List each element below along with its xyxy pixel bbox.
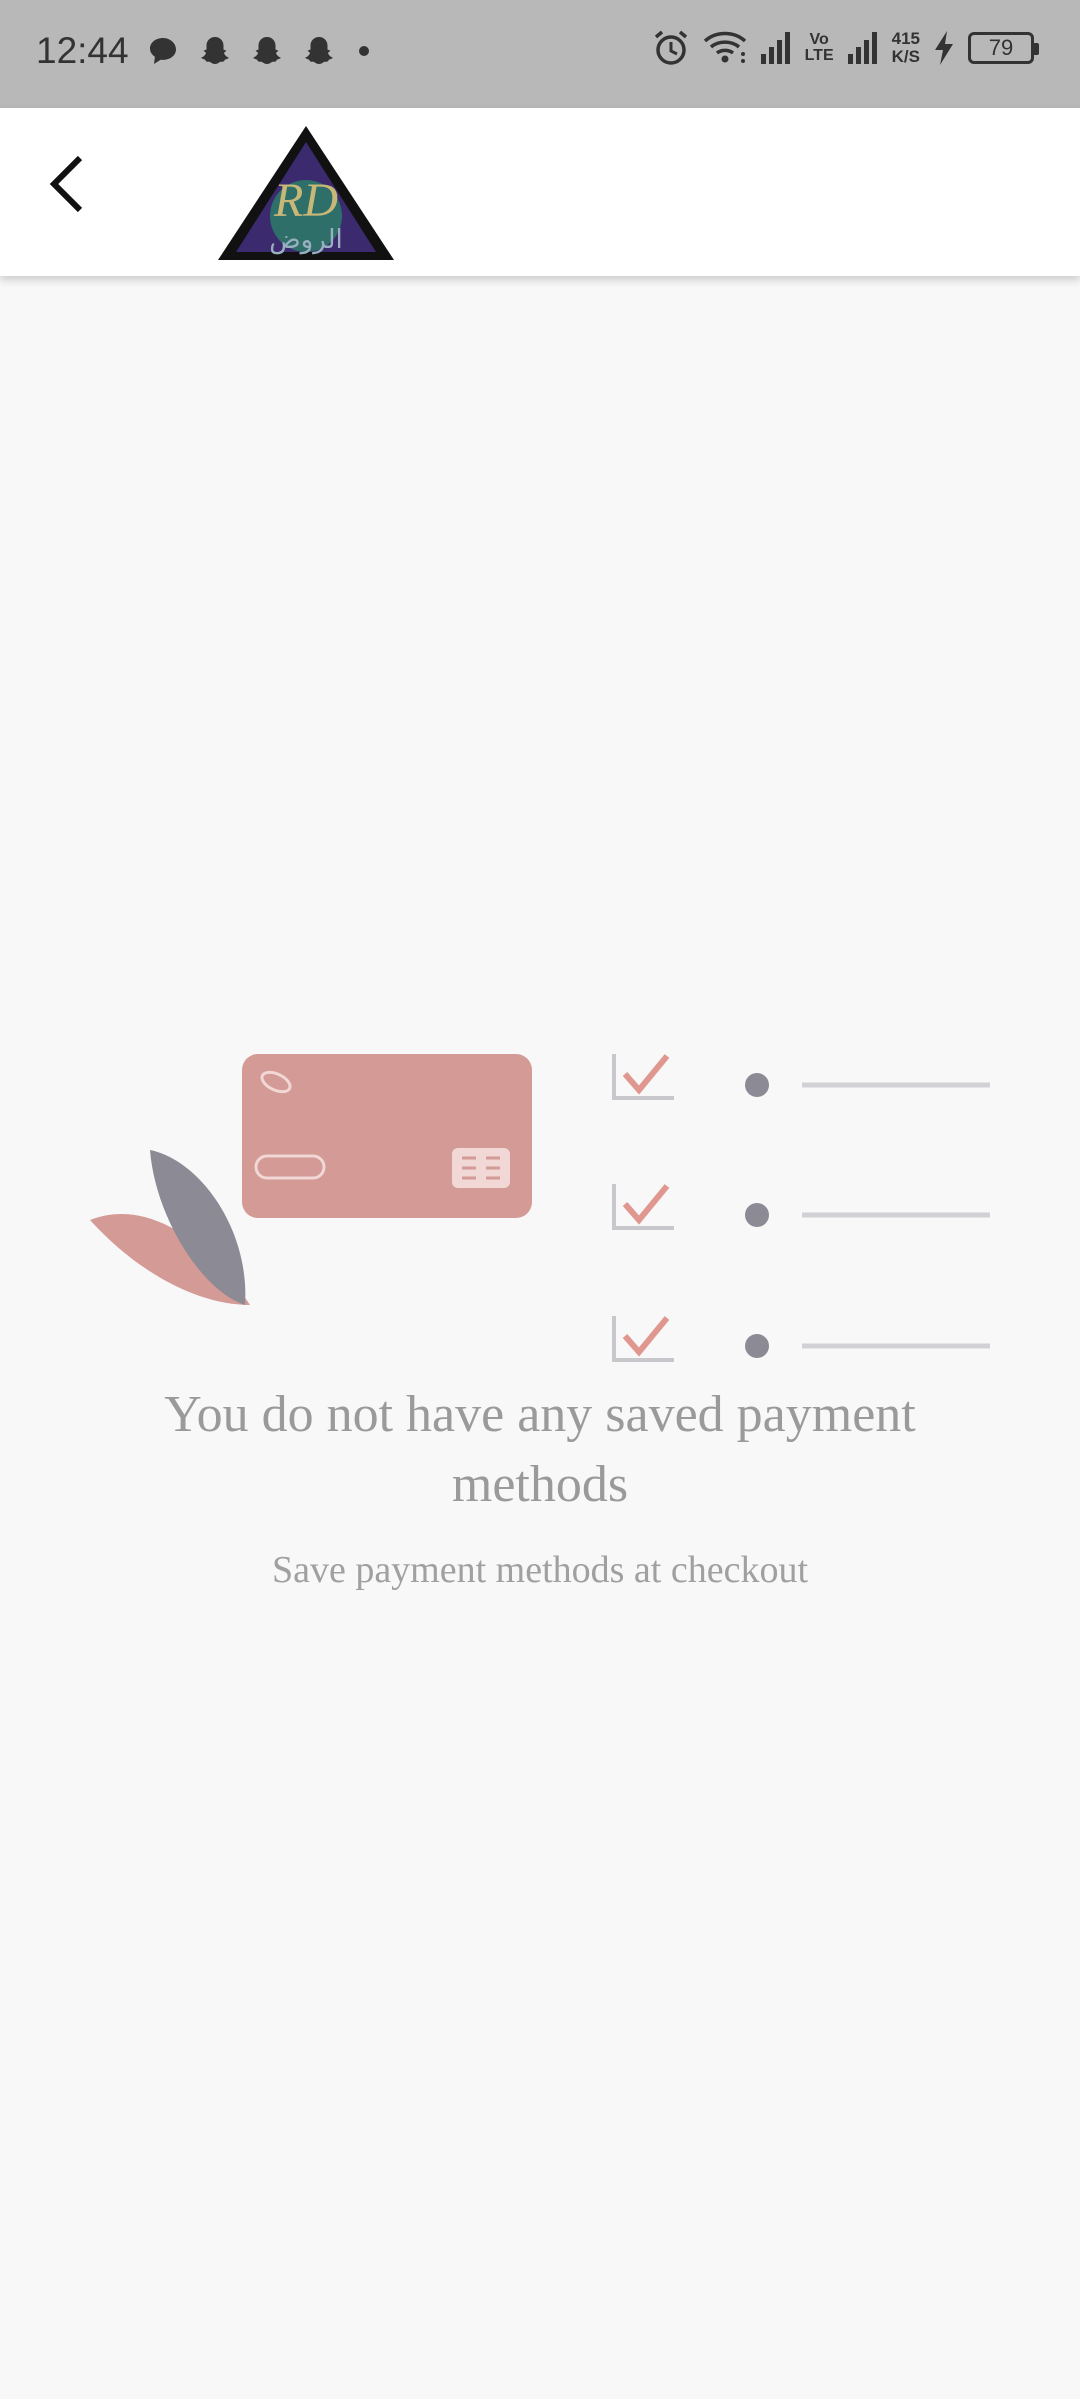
status-time: 12:44 bbox=[36, 30, 129, 71]
signal-icon bbox=[760, 32, 790, 64]
chat-icon bbox=[150, 38, 176, 64]
signal-icon bbox=[847, 32, 877, 64]
speed-indicator: 415 K/S bbox=[892, 30, 920, 66]
checklist-row bbox=[612, 1316, 990, 1362]
back-arrow-icon bbox=[49, 155, 83, 213]
logo-arabic: الروض bbox=[269, 225, 342, 255]
snapchat-icon bbox=[305, 37, 333, 64]
notification-icons bbox=[146, 34, 374, 68]
alarm-icon bbox=[654, 30, 687, 65]
wifi-icon bbox=[703, 31, 746, 63]
battery-icon: 79 bbox=[968, 32, 1039, 64]
volte-bottom-text: LTE bbox=[804, 47, 834, 64]
checklist-row bbox=[612, 1054, 990, 1100]
speed-unit: K/S bbox=[891, 47, 920, 66]
volte-icon: Vo LTE bbox=[805, 32, 834, 64]
dot-icon bbox=[359, 46, 369, 56]
snapchat-icon bbox=[201, 37, 229, 64]
checklist-row bbox=[612, 1184, 990, 1230]
speed-value: 415 bbox=[891, 29, 920, 48]
battery-level: 79 bbox=[988, 35, 1014, 60]
empty-state-subtitle: Save payment methods at checkout bbox=[271, 1549, 809, 1591]
app-bar: RD الروض bbox=[0, 108, 1080, 276]
volte-top-text: Vo bbox=[809, 31, 829, 48]
charging-icon bbox=[935, 31, 953, 65]
card-chip bbox=[452, 1148, 510, 1188]
app-logo: RD الروض bbox=[218, 126, 394, 260]
empty-state-title: You do not have any saved payment method… bbox=[164, 1386, 916, 1513]
logo-letters: RD bbox=[273, 174, 338, 227]
system-icons: Vo LTE 415 K/S 79 bbox=[651, 28, 1039, 68]
credit-card-checklist-illustration bbox=[90, 1054, 990, 1362]
snapchat-icon bbox=[253, 37, 281, 64]
back-button[interactable] bbox=[30, 148, 102, 220]
status-bar: 12:44 Vo LTE 415 K/S 79 bbox=[0, 0, 1080, 108]
